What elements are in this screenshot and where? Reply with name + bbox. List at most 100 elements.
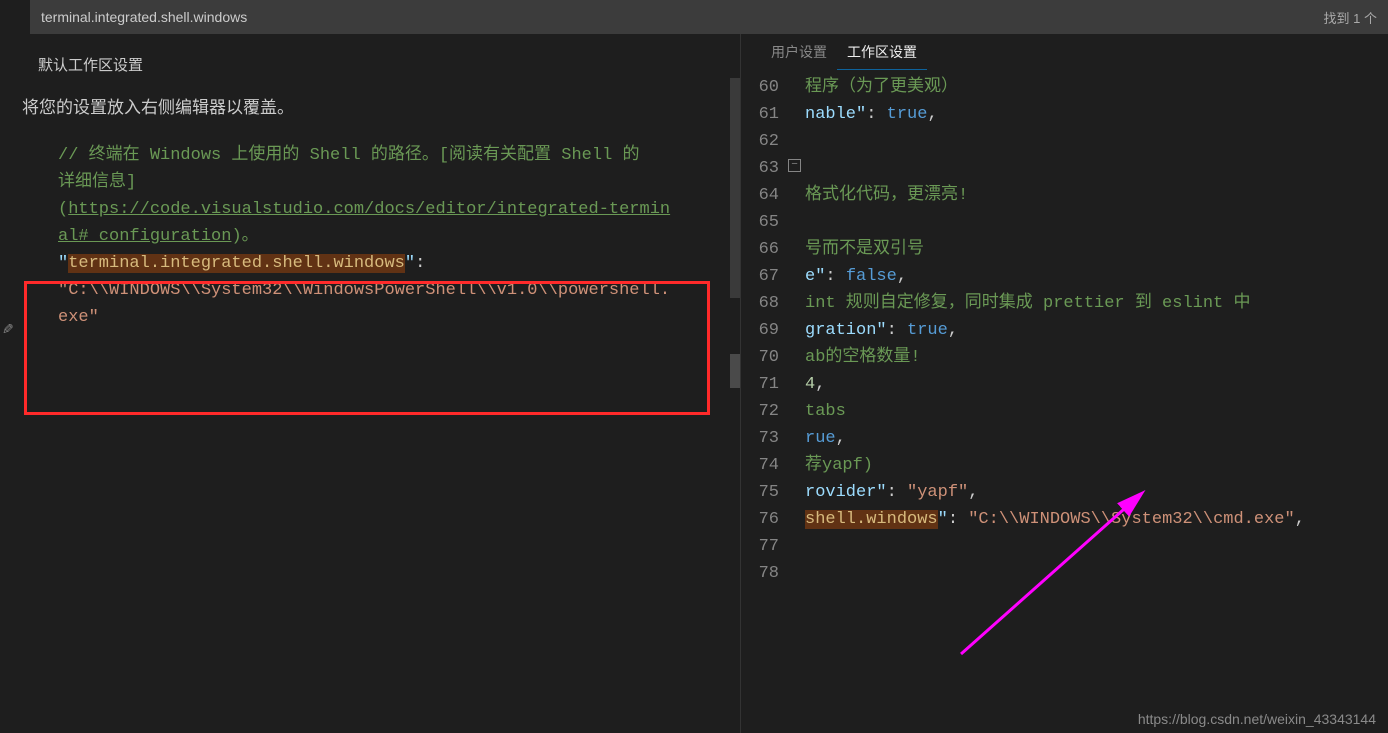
settings-search-bar: 找到 1 个 xyxy=(30,0,1388,34)
code-content: shell.windows": "C:\\WINDOWS\\System32\\… xyxy=(805,506,1388,533)
code-row: 72tabs xyxy=(741,398,1388,425)
key-fragment: " xyxy=(938,510,948,529)
comment-fragment: 格式化代码，更漂亮! xyxy=(805,186,968,205)
left-pane-header: 默认工作区设置 xyxy=(0,34,740,75)
comment-fragment: 荐yapf) xyxy=(805,456,873,475)
line-number: 65 xyxy=(741,209,805,236)
code-row: 68int 规则自定修复，同时集成 prettier 到 eslint 中 xyxy=(741,290,1388,317)
code-content xyxy=(805,155,1388,182)
code-row: 73rue, xyxy=(741,425,1388,452)
left-code-area[interactable]: // 终端在 Windows 上使用的 Shell 的路径。[阅读有关配置 Sh… xyxy=(0,118,740,341)
code-row: 67e": false, xyxy=(741,263,1388,290)
code-row: 69gration": true, xyxy=(741,317,1388,344)
line-number: 76 xyxy=(741,506,805,533)
code-row: 714, xyxy=(741,371,1388,398)
bool-fragment: true xyxy=(887,105,928,124)
code-content: tabs xyxy=(805,398,1388,425)
search-match-highlight: terminal.integrated.shell.windows xyxy=(68,254,405,273)
line-number: 60 xyxy=(741,74,805,101)
search-match-highlight: shell.windows xyxy=(805,510,938,529)
string-fragment: "yapf" xyxy=(907,483,968,502)
comment-fragment: 号而不是双引号 xyxy=(805,240,924,259)
comment-fragment: tabs xyxy=(805,402,846,421)
line-number: 63− xyxy=(741,155,805,182)
line-number: 78 xyxy=(741,560,805,587)
watermark-text: https://blog.csdn.net/weixin_43343144 xyxy=(1138,711,1376,727)
line-number: 69 xyxy=(741,317,805,344)
code-row: 65 xyxy=(741,209,1388,236)
number-fragment: 4 xyxy=(805,375,815,394)
comment-line: 详细信息] xyxy=(58,169,730,196)
bool-fragment: true xyxy=(907,321,948,340)
code-content: 号而不是双引号 xyxy=(805,236,1388,263)
code-row: 76shell.windows": "C:\\WINDOWS\\System32… xyxy=(741,506,1388,533)
code-content: 程序（为了更美观） xyxy=(805,74,1388,101)
code-row: 60程序（为了更美观） xyxy=(741,74,1388,101)
settings-tabs: 用户设置 工作区设置 xyxy=(741,34,1388,70)
code-content xyxy=(805,533,1388,560)
fold-minus-icon[interactable]: − xyxy=(788,159,801,172)
comment-fragment: 中 xyxy=(1223,294,1250,313)
comment-fragment: ab的空格数量! xyxy=(805,348,921,367)
line-number: 71 xyxy=(741,371,805,398)
code-content: gration": true, xyxy=(805,317,1388,344)
comment-fragment: 到 xyxy=(1125,294,1162,313)
tab-user-settings[interactable]: 用户设置 xyxy=(761,34,837,70)
bool-fragment: false xyxy=(846,267,897,286)
left-pane-subtitle: 将您的设置放入右侧编辑器以覆盖。 xyxy=(0,75,740,118)
code-row: 75rovider": "yapf", xyxy=(741,479,1388,506)
comment-line: // 终端在 Windows 上使用的 Shell 的路径。[阅读有关配置 Sh… xyxy=(58,142,730,169)
line-number: 72 xyxy=(741,398,805,425)
right-code-area[interactable]: 60程序（为了更美观）61nable": true,6263−64格式化代码，更… xyxy=(741,70,1388,587)
split-container: 默认工作区设置 将您的设置放入右侧编辑器以覆盖。 // 终端在 Windows … xyxy=(0,34,1388,733)
user-settings-pane: 用户设置 工作区设置 60程序（为了更美观）61nable": true,626… xyxy=(740,34,1388,733)
key-fragment: rovider" xyxy=(805,483,887,502)
code-row: 74荐yapf) xyxy=(741,452,1388,479)
code-row: 64格式化代码，更漂亮! xyxy=(741,182,1388,209)
left-scrollbar-thumb[interactable] xyxy=(730,354,740,388)
setting-value-line: "C:\\WINDOWS\\System32\\WindowsPowerShel… xyxy=(58,277,730,304)
code-row: 61nable": true, xyxy=(741,101,1388,128)
comment-fragment: int 规则自定修复，同时集成 xyxy=(805,294,1043,313)
code-content xyxy=(805,560,1388,587)
bool-fragment: rue xyxy=(805,429,836,448)
code-content: nable": true, xyxy=(805,101,1388,128)
code-content: 格式化代码，更漂亮! xyxy=(805,182,1388,209)
search-input[interactable] xyxy=(41,9,1314,25)
key-fragment: gration" xyxy=(805,321,887,340)
line-number: 70 xyxy=(741,344,805,371)
code-content xyxy=(805,128,1388,155)
line-number: 62 xyxy=(741,128,805,155)
docs-url-link[interactable]: al#_configuration xyxy=(58,227,231,246)
comment-fragment: prettier xyxy=(1043,294,1125,313)
line-number: 64 xyxy=(741,182,805,209)
search-result-count: 找到 1 个 xyxy=(1314,8,1377,27)
comment-url-line: al#_configuration)。 xyxy=(58,223,730,250)
line-number: 66 xyxy=(741,236,805,263)
line-number: 67 xyxy=(741,263,805,290)
comment-fragment: eslint xyxy=(1162,294,1223,313)
comment-fragment: 程序（为了更美观） xyxy=(805,78,958,97)
code-row: 66号而不是双引号 xyxy=(741,236,1388,263)
default-settings-pane: 默认工作区设置 将您的设置放入右侧编辑器以覆盖。 // 终端在 Windows … xyxy=(0,34,740,733)
tab-workspace-settings[interactable]: 工作区设置 xyxy=(837,34,927,70)
line-number: 68 xyxy=(741,290,805,317)
code-content: rue, xyxy=(805,425,1388,452)
comment-url-line: (https://code.visualstudio.com/docs/edit… xyxy=(58,196,730,223)
code-row: 77 xyxy=(741,533,1388,560)
key-fragment: e" xyxy=(805,267,825,286)
code-content: ab的空格数量! xyxy=(805,344,1388,371)
code-content: 荐yapf) xyxy=(805,452,1388,479)
code-content: e": false, xyxy=(805,263,1388,290)
setting-key-line: "terminal.integrated.shell.windows": xyxy=(58,250,730,277)
code-row: 62 xyxy=(741,128,1388,155)
line-number: 75 xyxy=(741,479,805,506)
string-fragment: "C:\\WINDOWS\\System32\\cmd.exe" xyxy=(968,510,1294,529)
docs-url-link[interactable]: https://code.visualstudio.com/docs/edito… xyxy=(68,200,670,219)
line-number: 74 xyxy=(741,452,805,479)
edit-pencil-icon[interactable]: ✎ xyxy=(2,321,14,338)
code-content xyxy=(805,209,1388,236)
setting-value-line: exe" xyxy=(58,304,730,331)
key-fragment: nable" xyxy=(805,105,866,124)
line-number: 73 xyxy=(741,425,805,452)
